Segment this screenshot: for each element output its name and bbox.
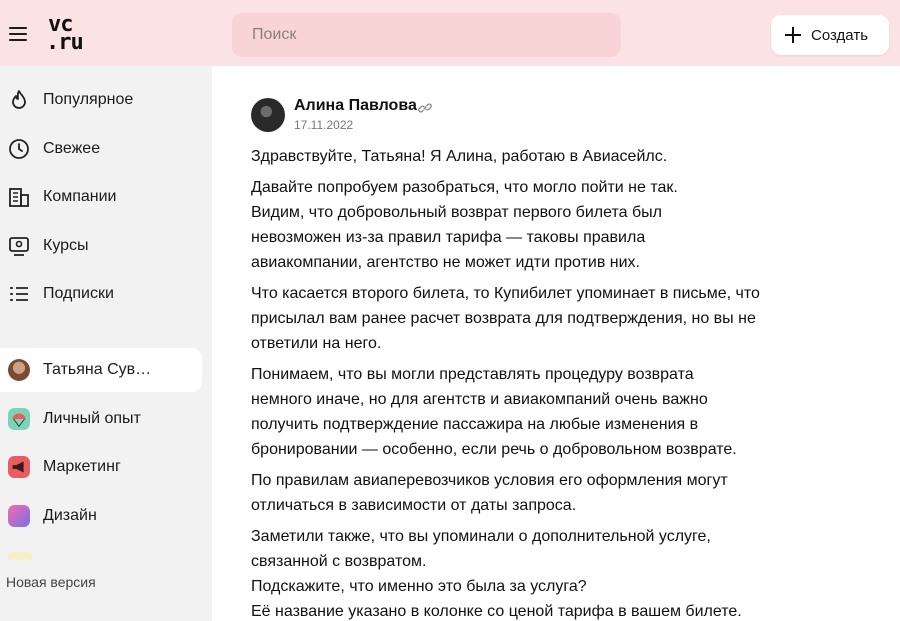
post-paragraph: Давайте попробуем разобраться, что могло… bbox=[251, 175, 871, 275]
sidebar-item-courses[interactable]: Курсы bbox=[0, 224, 202, 268]
sidebar-item-fresh[interactable]: Свежее bbox=[0, 127, 202, 171]
sidebar-item-popular[interactable]: Популярное bbox=[0, 78, 202, 122]
text-line: ответили на него. bbox=[251, 335, 382, 352]
sidebar-item-label: Компании bbox=[43, 188, 117, 205]
clock-icon bbox=[8, 138, 30, 160]
search-input[interactable] bbox=[232, 13, 621, 57]
post-paragraph: По правилам авиаперевозчиков условия его… bbox=[251, 468, 871, 518]
text-line: бронировании — особенно, если речь о доб… bbox=[251, 441, 737, 458]
sidebar-item-personal-experience[interactable]: Личный опыт bbox=[0, 397, 202, 441]
text-line: Давайте попробуем разобраться, что могло… bbox=[251, 179, 678, 196]
post-date: 17.11.2022 bbox=[294, 118, 354, 132]
vc-ru-logo[interactable]: vc .ru bbox=[46, 12, 90, 56]
text-line: отличаться в зависимости от даты запроса… bbox=[251, 497, 577, 514]
faded-sidebar-item bbox=[8, 552, 32, 560]
sidebar-item-label: Подписки bbox=[43, 285, 114, 302]
building-icon bbox=[8, 186, 30, 208]
create-button-label: Создать bbox=[811, 26, 869, 44]
megaphone-icon bbox=[8, 456, 30, 478]
design-icon bbox=[8, 505, 30, 527]
text-line: По правилам авиаперевозчиков условия его… bbox=[251, 472, 728, 489]
post-paragraph: Понимаем, что вы могли представлять проц… bbox=[251, 362, 871, 462]
sidebar-item-label: Популярное bbox=[43, 91, 134, 108]
parachute-icon bbox=[8, 408, 30, 430]
sidebar-item-subscriptions[interactable]: Подписки bbox=[0, 272, 202, 316]
top-header: vc .ru Создать bbox=[0, 0, 900, 66]
new-version-link[interactable]: Новая версия bbox=[6, 574, 96, 590]
create-button[interactable]: Создать bbox=[771, 15, 889, 55]
user-avatar bbox=[8, 359, 30, 381]
plus-icon bbox=[785, 27, 801, 43]
post-paragraph: Здравствуйте, Татьяна! Я Алина, работаю … bbox=[251, 144, 871, 169]
text-line: Её название указано в колонке со ценой т… bbox=[251, 603, 742, 620]
text-line: Видим, что добровольный возврат первого … bbox=[251, 204, 662, 221]
sidebar-item-label: Курсы bbox=[43, 237, 89, 254]
sidebar-item-tatyana[interactable]: Татьяна Сув… bbox=[0, 348, 202, 392]
course-icon bbox=[8, 235, 30, 257]
link-icon[interactable] bbox=[418, 101, 432, 115]
post-paragraph: Что касается второго билета, то Купибиле… bbox=[251, 281, 871, 356]
sidebar-item-label: Татьяна Сув… bbox=[43, 361, 152, 378]
text-line: присылал вам ранее расчет возврата для п… bbox=[251, 310, 756, 327]
text-line: немного иначе, но для агентств и авиаком… bbox=[251, 391, 708, 408]
sidebar-item-label: Дизайн bbox=[43, 507, 97, 524]
text-line: Здравствуйте, Татьяна! Я Алина, работаю … bbox=[251, 148, 668, 165]
sidebar-item-label: Личный опыт bbox=[43, 410, 141, 427]
text-line: Понимаем, что вы могли представлять проц… bbox=[251, 366, 694, 383]
flame-icon bbox=[8, 89, 30, 111]
sidebar-item-marketing[interactable]: Маркетинг bbox=[0, 445, 202, 489]
search-box[interactable] bbox=[232, 13, 621, 57]
sidebar-item-label: Свежее bbox=[43, 140, 101, 157]
text-line: Что касается второго билета, то Купибиле… bbox=[251, 285, 760, 302]
list-icon bbox=[8, 283, 30, 305]
text-line: Подскажите, что именно это была за услуг… bbox=[251, 578, 587, 595]
text-line: связанной с возвратом. bbox=[251, 553, 427, 570]
main-content: Алина Павлова 17.11.2022 Здравствуйте, Т… bbox=[212, 66, 900, 621]
sidebar: Популярное Свежее Компании Курсы Подписк… bbox=[0, 66, 212, 621]
post-body: Здравствуйте, Татьяна! Я Алина, работаю … bbox=[251, 144, 871, 621]
text-line: Заметили также, что вы упоминали о допол… bbox=[251, 528, 711, 545]
text-line: авиакомпании, агентство не может идти пр… bbox=[251, 254, 640, 271]
menu-icon[interactable] bbox=[6, 22, 30, 46]
text-line: получить подтверждение пассажира на любы… bbox=[251, 416, 699, 433]
sidebar-item-label: Маркетинг bbox=[43, 458, 121, 475]
sidebar-item-design[interactable]: Дизайн bbox=[0, 494, 202, 538]
post-paragraph: Заметили также, что вы упоминали о допол… bbox=[251, 524, 871, 621]
sidebar-item-companies[interactable]: Компании bbox=[0, 175, 202, 219]
author-avatar[interactable] bbox=[251, 98, 285, 132]
author-name[interactable]: Алина Павлова bbox=[294, 97, 417, 115]
text-line: невозможен из-за правил тарифа — таковы … bbox=[251, 229, 646, 246]
